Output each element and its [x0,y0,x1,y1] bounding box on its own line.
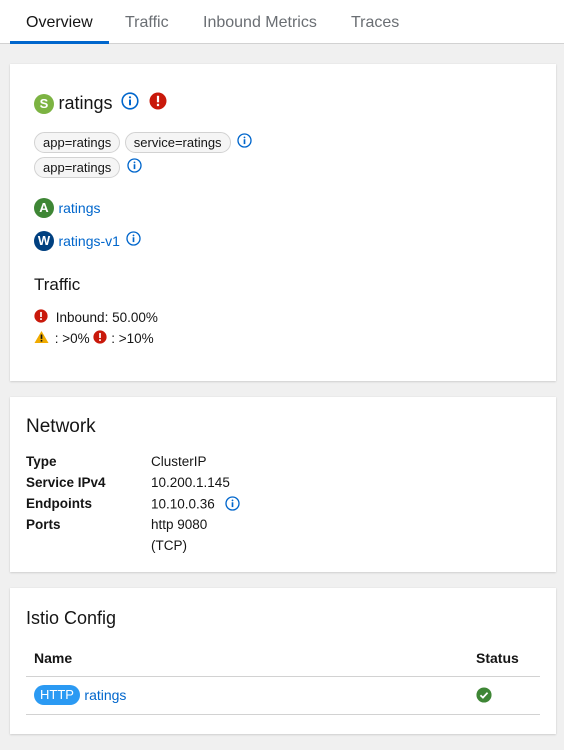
type-label: Type [26,454,57,469]
tab-overview[interactable]: Overview [26,0,93,44]
warning-icon [34,330,49,347]
network-heading: Network [26,416,96,437]
service-overview-card: S ratings app=ratings service=ratings ap… [10,64,556,381]
ipv4-value: 10.200.1.145 [151,475,230,490]
label-pill: app=ratings [34,132,121,153]
info-icon[interactable] [126,231,142,251]
table-divider [26,676,540,677]
app-row: A ratings [34,198,100,218]
selector-row: app=ratings [34,157,142,178]
labels-row: app=ratings service=ratings [34,132,252,153]
active-tab-indicator [10,41,109,44]
service-badge: S [34,93,54,114]
inbound-row: Inbound: 50.00% [34,309,158,326]
check-circle-icon [476,687,492,708]
warning-threshold: : >0% [54,331,90,346]
type-value: ClusterIP [151,454,207,469]
info-icon[interactable] [127,157,142,178]
workload-row: W ratings-v1 [34,231,142,251]
tab-traces[interactable]: Traces [351,0,399,44]
info-icon[interactable] [237,132,252,153]
network-card: Network Type ClusterIP Service IPv4 10.2… [10,397,556,572]
error-threshold: : >10% [111,331,154,346]
endpoints-label: Endpoints [26,496,92,511]
table-divider [26,714,540,715]
info-icon[interactable] [121,92,139,115]
traffic-heading: Traffic [34,275,81,294]
error-icon [34,309,48,326]
service-name: ratings [58,93,113,113]
ports-value: http 9080 [151,517,208,532]
endpoints-value-group: 10.10.0.36 [151,496,240,514]
status-column-header: Status [476,650,519,666]
error-icon [93,330,108,347]
istio-config-link[interactable]: ratings [84,687,126,703]
tab-inbound-metrics[interactable]: Inbound Metrics [203,0,317,44]
label-pill: app=ratings [34,157,121,178]
workload-badge: W [34,231,54,251]
istio-config-card: Istio Config Name Status HTTP ratings [10,588,556,734]
ipv4-label: Service IPv4 [26,475,106,490]
app-badge: A [34,198,54,218]
label-pill: service=ratings [124,132,231,153]
name-column-header: Name [34,650,73,666]
error-icon[interactable] [149,92,167,115]
tab-bar: Overview Traffic Inbound Metrics Traces [0,0,564,44]
info-icon[interactable] [224,496,240,514]
workload-link[interactable]: ratings-v1 [58,233,119,249]
ports-protocol: (TCP) [151,538,187,553]
service-title: S ratings [34,92,167,116]
ports-label: Ports [26,517,61,532]
table-row: HTTP ratings [34,685,126,705]
endpoints-value: 10.10.0.36 [151,496,215,512]
tab-traffic[interactable]: Traffic [125,0,169,44]
http-route-badge: HTTP [34,685,80,705]
threshold-row: : >0% : >10% [34,330,154,347]
app-link[interactable]: ratings [58,200,100,216]
inbound-value: Inbound: 50.00% [55,310,158,325]
istio-config-heading: Istio Config [26,608,117,628]
